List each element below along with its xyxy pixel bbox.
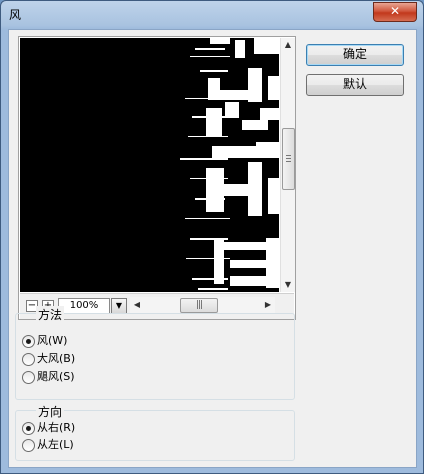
- wind-effect-image: [20, 38, 279, 292]
- zoom-dropdown-button[interactable]: ▼: [111, 298, 127, 314]
- radio-label: 大风(B): [37, 352, 76, 365]
- preview-horizontal-scrollbar[interactable]: ◀ ||| ▶: [130, 297, 275, 313]
- horizontal-scroll-thumb[interactable]: |||: [180, 298, 218, 313]
- zoom-level-field[interactable]: 100%: [58, 298, 110, 314]
- radio-label: 从右(R): [37, 421, 76, 434]
- radio-label: 风(W): [37, 334, 68, 347]
- radio-wind[interactable]: 风(W): [22, 333, 67, 349]
- grip-line: [286, 155, 291, 156]
- dialog-client-area: ▲ ▼ − + 100% ▼ ◀ ||| ▶ 确定: [8, 29, 417, 468]
- method-group: 方法 风(W) 大风(B) 飓风(S): [15, 306, 295, 400]
- close-button[interactable]: ✕: [373, 2, 417, 22]
- radio-unchecked-icon[interactable]: [22, 370, 35, 384]
- method-group-title: 方法: [36, 306, 65, 323]
- ok-button[interactable]: 确定: [306, 44, 404, 66]
- radio-from-right[interactable]: 从右(R): [22, 420, 75, 436]
- radio-checked-icon[interactable]: [22, 421, 35, 435]
- window-title: 风: [9, 8, 22, 22]
- scroll-down-arrow-icon[interactable]: ▼: [281, 278, 295, 292]
- title-bar[interactable]: 风 ✕: [1, 1, 423, 27]
- preview-panel: ▲ ▼ − + 100% ▼ ◀ ||| ▶: [18, 36, 296, 320]
- default-button[interactable]: 默认: [306, 74, 404, 96]
- radio-checked-icon[interactable]: [22, 334, 35, 348]
- vertical-scroll-thumb[interactable]: [282, 128, 295, 190]
- scroll-right-arrow-icon[interactable]: ▶: [261, 298, 275, 312]
- preview-vertical-scrollbar[interactable]: ▲ ▼: [280, 38, 295, 292]
- direction-group-title: 方向: [36, 403, 65, 420]
- radio-hurricane[interactable]: 飓风(S): [22, 369, 75, 385]
- preview-canvas[interactable]: [20, 38, 279, 292]
- scroll-left-arrow-icon[interactable]: ◀: [130, 298, 144, 312]
- radio-label: 从左(L): [37, 438, 74, 451]
- grip-line: [286, 161, 291, 162]
- radio-unchecked-icon[interactable]: [22, 438, 35, 452]
- radio-from-left[interactable]: 从左(L): [22, 437, 74, 453]
- scroll-up-arrow-icon[interactable]: ▲: [281, 38, 295, 52]
- radio-label: 飓风(S): [37, 370, 75, 383]
- direction-group: 方向 从右(R) 从左(L): [15, 403, 295, 461]
- grip-line: [286, 158, 291, 159]
- radio-unchecked-icon[interactable]: [22, 352, 35, 366]
- filter-dialog-window: 风 ✕ ▲ ▼ − 100% ▼ ◀ ||| ▶ 确定 默认 方法 风(W) 大…: [0, 0, 424, 474]
- radio-big-wind[interactable]: 大风(B): [22, 351, 75, 367]
